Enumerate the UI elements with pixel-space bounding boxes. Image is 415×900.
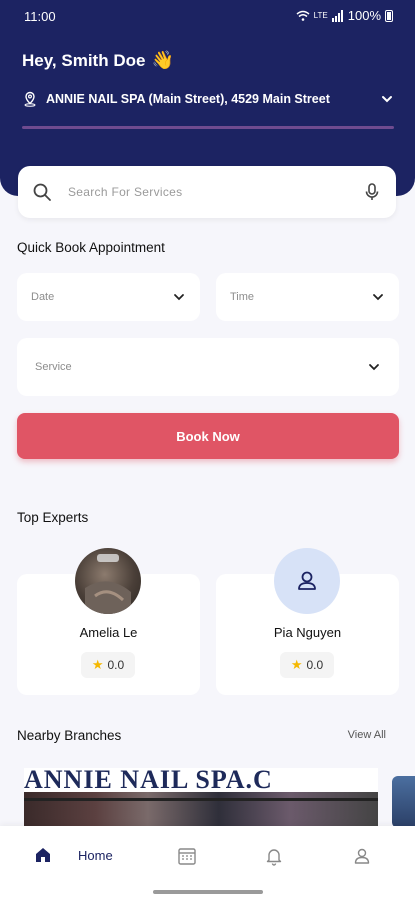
- location-pin-icon: [24, 91, 36, 107]
- location-selector[interactable]: ANNIE NAIL SPA (Main Street), 4529 Main …: [22, 91, 394, 107]
- date-select[interactable]: Date: [17, 273, 200, 321]
- time-label: Time: [230, 291, 255, 303]
- search-bar: [18, 166, 396, 218]
- branch-image[interactable]: ANNIE NAIL SPA.C: [24, 768, 378, 828]
- chevron-down-icon: [369, 364, 379, 371]
- top-experts-title: Top Experts: [17, 510, 89, 525]
- quick-book-title: Quick Book Appointment: [17, 240, 165, 255]
- branch-sign: ANNIE NAIL SPA.C: [24, 768, 273, 794]
- avatar: [75, 548, 141, 614]
- greeting: Hey, Smith Doe 👋: [22, 50, 174, 71]
- network-type: LTE: [313, 11, 328, 20]
- profile-icon: [298, 571, 316, 590]
- branch-image[interactable]: [392, 776, 415, 828]
- greeting-text: Hey, Smith Doe: [22, 50, 146, 70]
- status-bar: 11:00 LTE 100%: [0, 0, 415, 34]
- calendar-icon[interactable]: [177, 846, 197, 866]
- search-icon: [33, 183, 51, 201]
- nearby-branches-title: Nearby Branches: [17, 728, 122, 743]
- rating-badge: ★ 0.0: [280, 652, 334, 678]
- expert-name: Pia Nguyen: [273, 625, 342, 640]
- location-text: ANNIE NAIL SPA (Main Street), 4529 Main …: [46, 92, 330, 106]
- signal-icon: [331, 9, 343, 22]
- header-divider: [22, 126, 394, 129]
- rating-value: 0.0: [306, 658, 324, 672]
- gesture-bar[interactable]: [153, 890, 263, 894]
- star-icon: ★: [290, 657, 303, 672]
- chevron-down-icon: [382, 96, 392, 103]
- status-time: 11:00: [24, 9, 56, 24]
- view-all-link[interactable]: View All: [348, 729, 386, 741]
- service-select[interactable]: Service: [17, 338, 399, 396]
- profile-icon[interactable]: [352, 846, 372, 866]
- battery-icon: [385, 9, 393, 22]
- rating-badge: ★ 0.0: [81, 652, 135, 678]
- search-input[interactable]: [68, 185, 362, 199]
- service-label: Service: [35, 361, 72, 373]
- home-icon: [36, 848, 50, 862]
- avatar: [274, 548, 340, 614]
- battery-percent: 100%: [347, 8, 381, 23]
- chevron-down-icon: [174, 294, 184, 301]
- date-label: Date: [31, 291, 55, 303]
- status-indicators: LTE 100%: [296, 8, 393, 23]
- book-now-button[interactable]: Book Now: [17, 413, 399, 459]
- microphone-icon[interactable]: [362, 182, 382, 202]
- bell-icon[interactable]: [264, 846, 284, 866]
- storefront-image: [24, 792, 378, 828]
- expert-name: Amelia Le: [79, 625, 138, 640]
- expert-photo: [85, 554, 131, 614]
- rating-value: 0.0: [107, 658, 125, 672]
- chevron-down-icon: [373, 294, 383, 301]
- time-select[interactable]: Time: [216, 273, 399, 321]
- star-icon: ★: [91, 657, 104, 672]
- wave-icon: 👋: [151, 50, 174, 70]
- bottom-nav: Home: [0, 826, 415, 900]
- nav-item-home[interactable]: Home: [34, 846, 113, 864]
- nav-home-label: Home: [78, 847, 113, 863]
- wifi-icon: [296, 10, 310, 21]
